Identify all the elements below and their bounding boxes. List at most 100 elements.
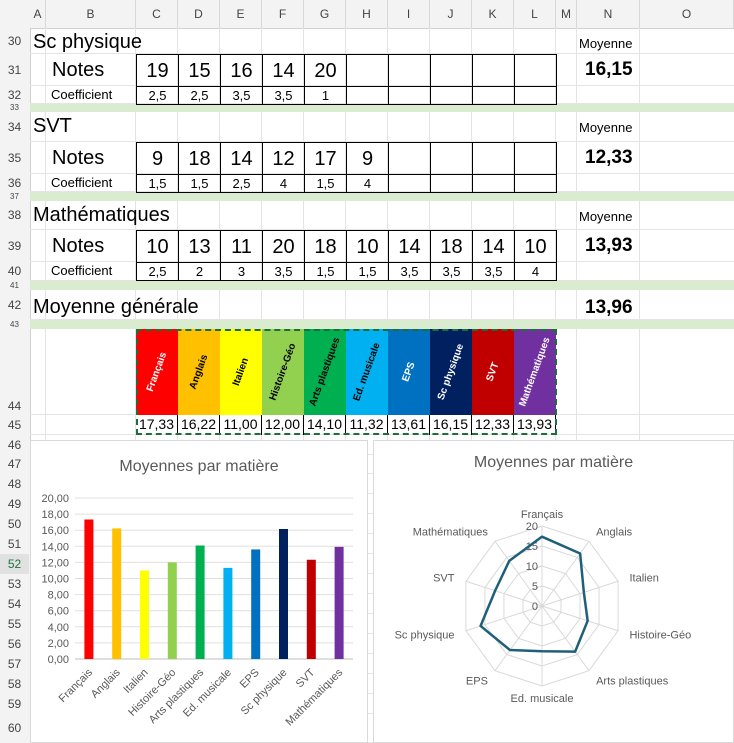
bar-sc-physique[interactable] xyxy=(279,528,288,659)
row-header-30[interactable]: 30 xyxy=(0,28,29,54)
coefficient-cell[interactable] xyxy=(430,86,473,105)
column-header-h[interactable]: H xyxy=(346,0,388,28)
row-header-42[interactable]: 42 xyxy=(0,290,29,320)
coefficient-cell[interactable]: 2,5 xyxy=(178,86,221,105)
row-header-35[interactable]: 35 xyxy=(0,142,29,174)
subject-header-cell[interactable]: Anglais xyxy=(178,329,220,415)
row-header-34[interactable]: 34 xyxy=(0,112,29,142)
subject-header-cell[interactable]: Histoire-Géo xyxy=(262,329,304,415)
section-average-value[interactable]: 16,15 xyxy=(585,59,633,81)
note-cell[interactable]: 12 xyxy=(262,142,305,175)
coefficient-cell[interactable]: 4 xyxy=(346,174,389,193)
subject-header-cell[interactable]: Sc physique xyxy=(430,329,472,415)
column-header-e[interactable]: E xyxy=(220,0,262,28)
note-cell[interactable]: 9 xyxy=(346,142,389,175)
note-cell[interactable] xyxy=(430,142,473,175)
row-header-48[interactable]: 48 xyxy=(0,474,29,494)
column-header-m[interactable]: M xyxy=(556,0,577,28)
row-header-39[interactable]: 39 xyxy=(0,230,29,262)
note-cell[interactable]: 10 xyxy=(346,230,389,263)
bar-svt[interactable] xyxy=(306,559,316,659)
subject-average-cell[interactable]: 13,61 xyxy=(388,415,430,435)
note-cell[interactable] xyxy=(430,54,473,87)
note-cell[interactable]: 18 xyxy=(304,230,347,263)
radar-series-line[interactable] xyxy=(479,535,589,653)
row-header-33[interactable]: 33 xyxy=(0,104,29,112)
coefficient-cell[interactable]: 1,5 xyxy=(136,174,179,193)
row-header-38[interactable]: 38 xyxy=(0,201,29,230)
row-header-57[interactable]: 57 xyxy=(0,654,29,674)
section-average-value[interactable]: 13,93 xyxy=(585,235,633,257)
row-header-52[interactable]: 52 xyxy=(0,554,29,574)
row-header-51[interactable]: 51 xyxy=(0,534,29,554)
column-header-j[interactable]: J xyxy=(430,0,472,28)
note-cell[interactable] xyxy=(472,54,515,87)
coefficient-cell[interactable]: 1,5 xyxy=(346,262,389,281)
row-header-36[interactable]: 36 xyxy=(0,174,29,192)
row-header-40[interactable]: 40 xyxy=(0,262,29,281)
subject-average-cell[interactable]: 12,00 xyxy=(262,415,304,435)
subject-header-cell[interactable]: Mathématiques xyxy=(514,329,556,415)
row-header-32[interactable]: 32 xyxy=(0,86,29,104)
coefficient-cell[interactable] xyxy=(430,174,473,193)
note-cell[interactable] xyxy=(388,142,431,175)
row-header-53[interactable]: 53 xyxy=(0,574,29,594)
note-cell[interactable] xyxy=(346,54,389,87)
note-cell[interactable]: 16 xyxy=(220,54,263,87)
note-cell[interactable]: 11 xyxy=(220,230,263,263)
row-header-49[interactable]: 49 xyxy=(0,494,29,514)
coefficient-cell[interactable]: 1,5 xyxy=(304,174,347,193)
coefficient-cell[interactable]: 3,5 xyxy=(262,262,305,281)
row-header-56[interactable]: 56 xyxy=(0,634,29,654)
note-cell[interactable] xyxy=(514,54,557,87)
note-cell[interactable]: 20 xyxy=(304,54,347,87)
column-header-c[interactable]: C xyxy=(136,0,178,28)
bar-ed-musicale[interactable] xyxy=(223,567,233,659)
row-header-47[interactable]: 47 xyxy=(0,455,29,474)
note-cell[interactable]: 14 xyxy=(472,230,515,263)
note-cell[interactable]: 10 xyxy=(136,230,179,263)
column-header-n[interactable]: N xyxy=(577,0,640,28)
note-cell[interactable]: 18 xyxy=(178,142,221,175)
row-header-31[interactable]: 31 xyxy=(0,54,29,86)
column-header-i[interactable]: I xyxy=(388,0,430,28)
note-cell[interactable]: 10 xyxy=(514,230,557,263)
column-header-a[interactable]: A xyxy=(30,0,46,28)
note-cell[interactable]: 17 xyxy=(304,142,347,175)
note-cell[interactable]: 15 xyxy=(178,54,221,87)
note-cell[interactable]: 18 xyxy=(430,230,473,263)
coefficient-cell[interactable]: 2,5 xyxy=(136,262,179,281)
note-cell[interactable] xyxy=(472,142,515,175)
coefficient-cell[interactable] xyxy=(346,86,389,105)
coefficient-cell[interactable]: 1,5 xyxy=(304,262,347,281)
column-header-o[interactable]: O xyxy=(640,0,734,28)
coefficient-cell[interactable] xyxy=(472,86,515,105)
row-header-41[interactable]: 41 xyxy=(0,281,29,290)
row-header-58[interactable]: 58 xyxy=(0,674,29,694)
note-cell[interactable] xyxy=(514,142,557,175)
subject-average-cell[interactable]: 16,22 xyxy=(178,415,220,435)
general-average-value[interactable]: 13,96 xyxy=(585,297,633,319)
column-header-b[interactable]: B xyxy=(46,0,136,28)
row-header-46[interactable]: 46 xyxy=(0,435,29,455)
note-cell[interactable]: 14 xyxy=(388,230,431,263)
subject-average-cell[interactable]: 11,00 xyxy=(220,415,262,435)
row-header-55[interactable]: 55 xyxy=(0,614,29,634)
coefficient-cell[interactable]: 2,5 xyxy=(220,174,263,193)
coefficient-cell[interactable] xyxy=(388,86,431,105)
bar-mathématiques[interactable] xyxy=(334,546,344,659)
coefficient-cell[interactable]: 2 xyxy=(178,262,221,281)
bar-italien[interactable] xyxy=(140,570,149,659)
subject-header-cell[interactable]: EPS xyxy=(388,329,430,415)
coefficient-cell[interactable]: 4 xyxy=(514,262,557,281)
subject-header-cell[interactable]: SVT xyxy=(472,329,514,415)
note-cell[interactable]: 14 xyxy=(220,142,263,175)
bar-arts-plastiques[interactable] xyxy=(195,545,205,659)
coefficient-cell[interactable]: 2,5 xyxy=(136,86,179,105)
column-header-k[interactable]: K xyxy=(472,0,514,28)
coefficient-cell[interactable] xyxy=(514,86,557,105)
bar-chart[interactable]: Moyennes par matière 0,00 2,00 4,00 6,00 8,0… xyxy=(30,440,368,743)
row-header-43[interactable]: 43 xyxy=(0,320,29,329)
row-header-37[interactable]: 37 xyxy=(0,192,29,201)
column-header-g[interactable]: G xyxy=(304,0,346,28)
